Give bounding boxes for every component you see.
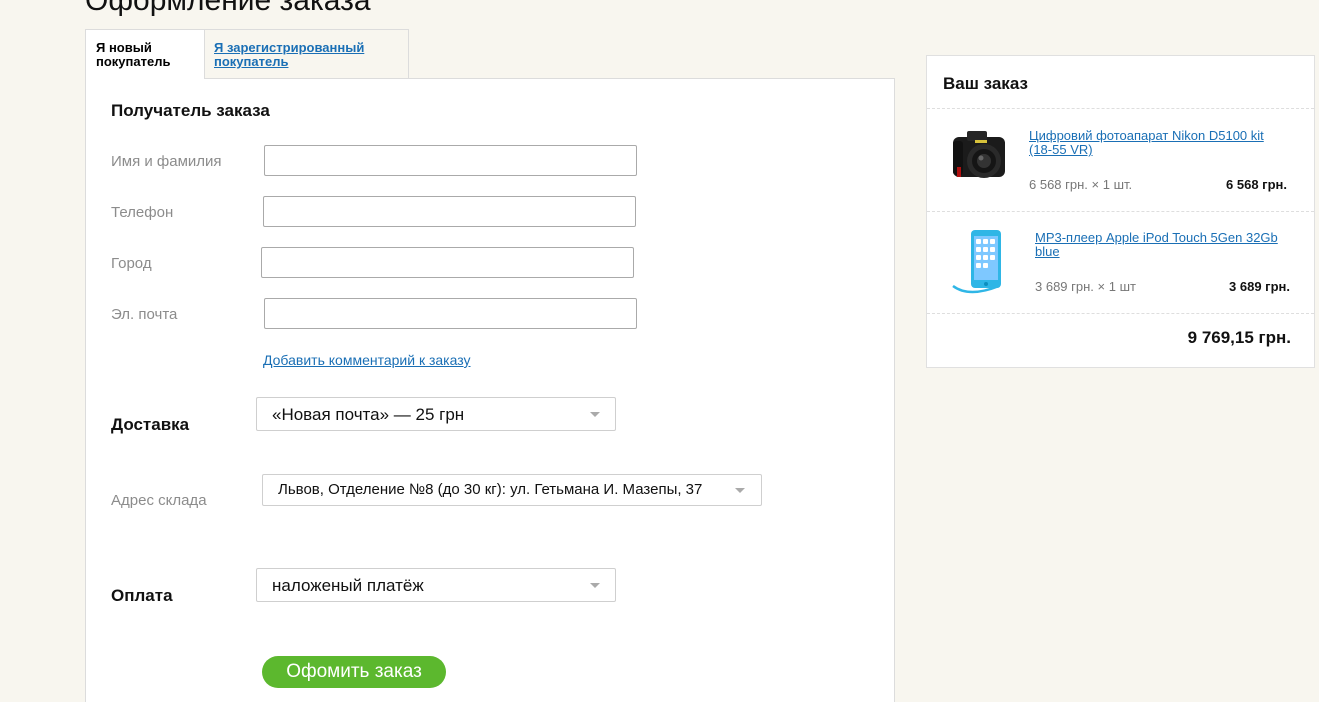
- tab-registered-customer-label[interactable]: Я зарегистрированный покупатель: [214, 40, 364, 69]
- page-title: Оформление заказа: [85, 0, 371, 17]
- item-price-qty: 3 689 грн. × 1 шт: [1035, 279, 1136, 294]
- warehouse-value: Львов, Отделение №8 (до 30 кг): ул. Геть…: [278, 481, 703, 498]
- item-total: 6 568 грн.: [1226, 177, 1287, 192]
- item-price-qty: 6 568 грн. × 1 шт.: [1029, 177, 1133, 192]
- add-comment-link[interactable]: Добавить комментарий к заказу: [263, 352, 471, 368]
- delivery-method-value: «Новая почта» — 25 грн: [272, 405, 465, 424]
- item-name-link[interactable]: MP3-плеер Apple iPod Touch 5Gen 32Gb blu…: [1035, 231, 1290, 259]
- checkout-form: Получатель заказа Имя и фамилия Телефон …: [85, 78, 895, 702]
- tab-new-customer[interactable]: Я новый покупатель: [85, 29, 205, 79]
- recipient-title: Получатель заказа: [111, 101, 270, 120]
- city-label: Город: [111, 255, 152, 272]
- delivery-title: Доставка: [111, 415, 190, 434]
- warehouse-label: Адрес склада: [111, 492, 207, 509]
- phone-input[interactable]: [263, 196, 636, 227]
- email-label: Эл. почта: [111, 306, 178, 323]
- order-title: Ваш заказ: [943, 74, 1028, 93]
- submit-order-button[interactable]: Офомить заказ: [262, 656, 446, 688]
- chevron-down-icon: [590, 412, 600, 417]
- item-name-link[interactable]: Цифровий фотоапарат Nikon D5100 kit (18-…: [1029, 129, 1284, 157]
- name-label: Имя и фамилия: [111, 153, 222, 170]
- divider: [927, 108, 1314, 109]
- ipod-icon: [949, 228, 1017, 301]
- delivery-method-select[interactable]: «Новая почта» — 25 грн: [256, 397, 616, 431]
- chevron-down-icon: [735, 488, 745, 493]
- warehouse-select[interactable]: Львов, Отделение №8 (до 30 кг): ул. Геть…: [262, 474, 762, 506]
- chevron-down-icon: [590, 583, 600, 588]
- name-input[interactable]: [264, 145, 637, 176]
- grand-total: 9 769,15 грн.: [1187, 328, 1291, 347]
- divider: [927, 211, 1314, 212]
- payment-method-value: наложеный платёж: [272, 576, 424, 595]
- camera-icon: [947, 127, 1011, 198]
- order-summary: Ваш заказ Цифровий фотоапарат Nikon D510…: [926, 55, 1315, 368]
- divider: [927, 313, 1314, 314]
- payment-method-select[interactable]: наложеный платёж: [256, 568, 616, 602]
- email-input[interactable]: [264, 298, 637, 329]
- tab-new-customer-label: Я новый покупатель: [96, 40, 171, 69]
- tab-registered-customer[interactable]: Я зарегистрированный покупатель: [204, 29, 409, 79]
- phone-label: Телефон: [111, 204, 174, 221]
- item-total: 3 689 грн.: [1229, 279, 1290, 294]
- payment-title: Оплата: [111, 586, 173, 605]
- city-input[interactable]: [261, 247, 634, 278]
